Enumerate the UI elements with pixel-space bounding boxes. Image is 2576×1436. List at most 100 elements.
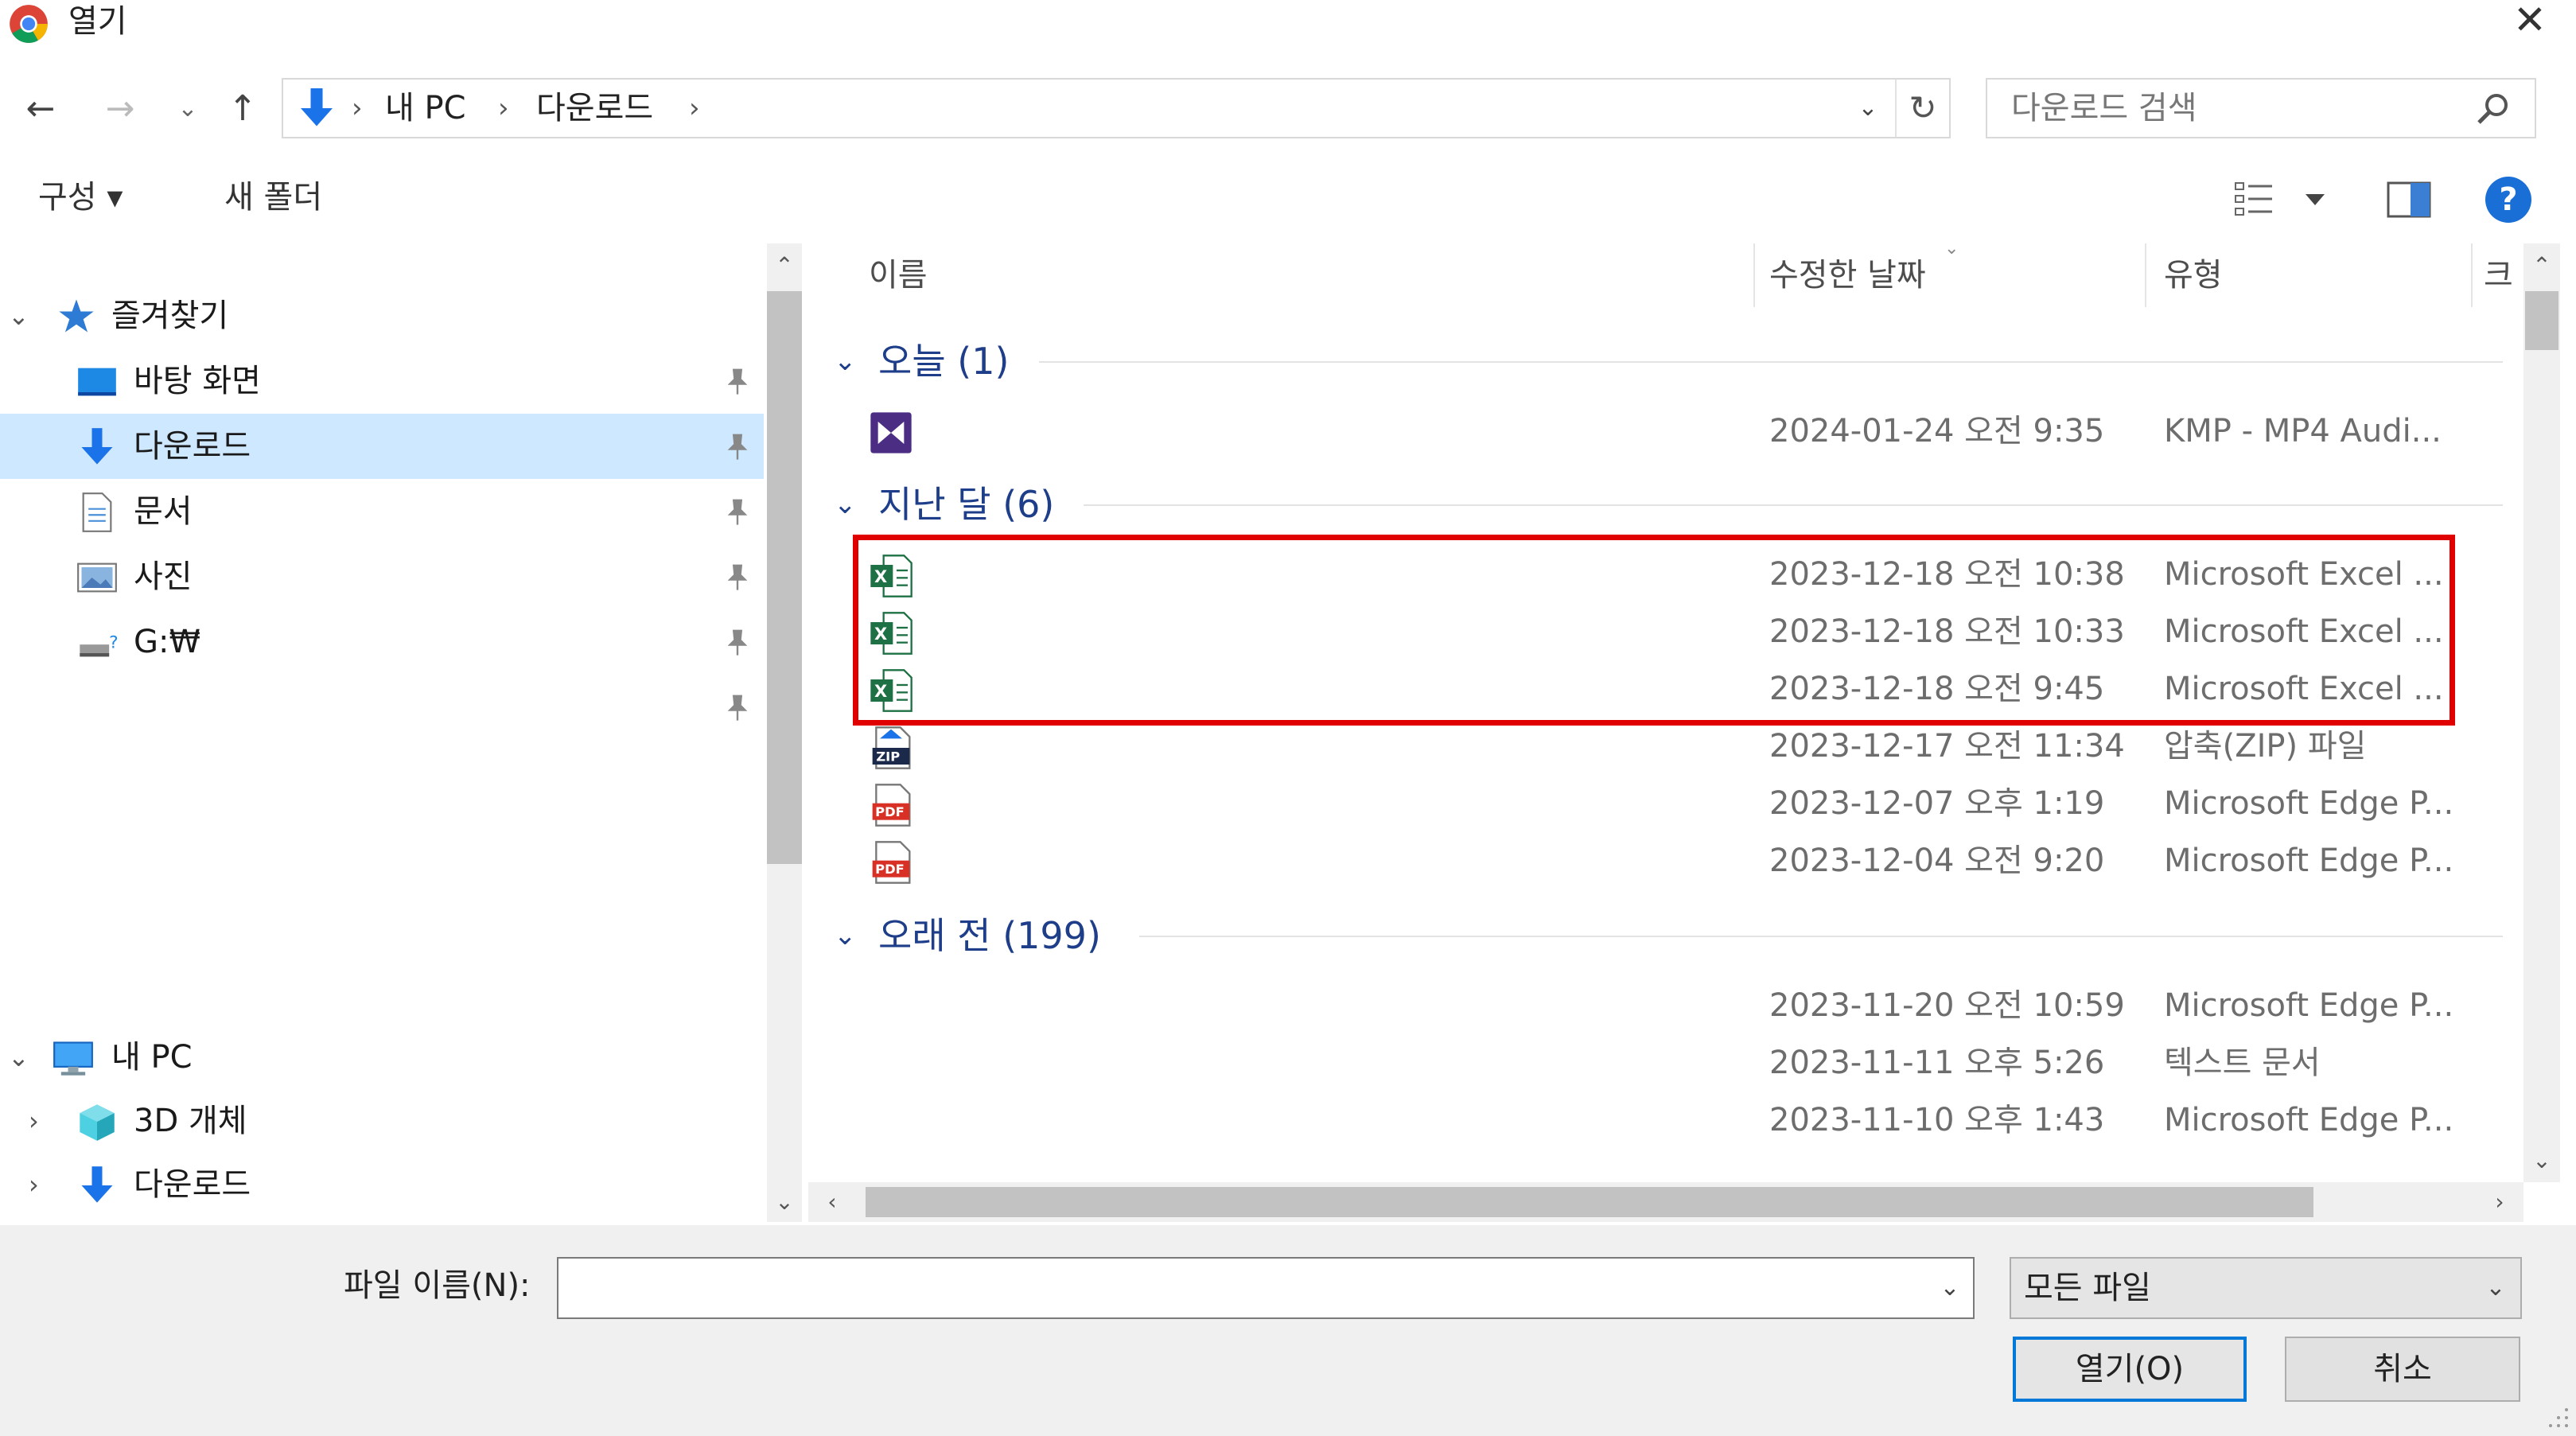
close-button[interactable]: ✕ xyxy=(2498,0,2562,45)
new-folder-button[interactable]: 새 폴더 xyxy=(224,159,322,235)
sidebar-item-downloads[interactable]: 다운로드 xyxy=(0,414,764,479)
file-type: KMP - MP4 Audi... xyxy=(2164,413,2442,449)
search-icon[interactable] xyxy=(2474,89,2512,127)
scroll-right-button[interactable]: › xyxy=(2476,1182,2523,1222)
group-header-last-month[interactable]: ⌄ 지난 달 (6) xyxy=(808,473,2519,536)
column-divider[interactable] xyxy=(1753,243,1755,307)
chevron-right-icon[interactable]: › xyxy=(29,1152,39,1217)
file-modified-date: 2023-11-11 오후 5:26 xyxy=(1769,1045,2105,1081)
file-modified-date: 2023-12-04 오전 9:20 xyxy=(1769,843,2105,879)
filename-input[interactable] xyxy=(568,1259,1905,1317)
chevron-down-icon[interactable]: ⌄ xyxy=(8,283,29,348)
sidebar-item-3d-objects[interactable]: › 3D 개체 xyxy=(0,1088,764,1154)
sidebar-item-drive-g[interactable]: ? G:₩ xyxy=(0,609,764,675)
address-bar[interactable]: › 내 PC › 다운로드 › ⌄ ↻ xyxy=(282,78,1951,138)
sidebar-item-quick-access[interactable]: ⌄ 즐겨찾기 xyxy=(0,283,764,348)
sidebar-item-label: 내 PC xyxy=(111,1039,193,1076)
sidebar-item-label: 바탕 화면 xyxy=(134,363,261,399)
group-label: 오래 전 (199) xyxy=(878,914,1101,957)
resize-grip-icon[interactable] xyxy=(2546,1405,2570,1429)
pin-icon[interactable] xyxy=(722,431,753,461)
chevron-down-icon[interactable]: ⌄ xyxy=(834,473,857,536)
column-header-modified[interactable]: 수정한 날짜 xyxy=(1769,243,1926,307)
pin-icon[interactable] xyxy=(722,627,753,657)
search-box[interactable] xyxy=(1986,78,2536,138)
scroll-up-button[interactable]: ⌃ xyxy=(767,243,802,288)
breadcrumb-separator[interactable]: › xyxy=(498,80,509,137)
sidebar-item-this-pc[interactable]: ⌄ 내 PC xyxy=(0,1025,764,1090)
breadcrumb-downloads[interactable]: 다운로드 xyxy=(536,80,653,137)
chevron-down-icon[interactable]: ⌄ xyxy=(8,1025,29,1090)
column-header-name[interactable]: 이름 xyxy=(869,243,928,307)
file-row[interactable]: PDF 2023-12-04 오전 9:20 Microsoft Edge P.… xyxy=(808,832,2519,889)
refresh-button[interactable]: ↻ xyxy=(1895,80,1949,137)
file-list-vertical-scrollbar[interactable]: ⌃ ⌄ xyxy=(2523,243,2560,1182)
back-button[interactable]: ← xyxy=(13,81,68,137)
column-divider[interactable] xyxy=(2145,243,2146,307)
cancel-button[interactable]: 취소 xyxy=(2285,1337,2520,1402)
file-row[interactable]: 2023-11-10 오후 1:43 Microsoft Edge P... xyxy=(808,1092,2519,1149)
sidebar-item-label: 즐겨찾기 xyxy=(111,298,229,334)
chrome-icon xyxy=(10,5,48,43)
scroll-up-button[interactable]: ⌃ xyxy=(2523,243,2560,288)
chevron-down-icon[interactable]: ⌄ xyxy=(834,904,857,967)
chevron-down-icon[interactable]: ⌄ xyxy=(2473,1259,2519,1317)
view-options-icon[interactable] xyxy=(2232,177,2336,221)
scroll-down-button[interactable]: ⌄ xyxy=(2523,1139,2560,1182)
scroll-left-button[interactable]: ‹ xyxy=(808,1182,856,1222)
file-type: Microsoft Edge P... xyxy=(2164,987,2454,1024)
filetype-select[interactable]: 모든 파일 ⌄ xyxy=(2010,1257,2522,1319)
recent-locations-button[interactable]: ⌄ xyxy=(164,81,212,137)
search-input[interactable] xyxy=(2011,80,2457,137)
pin-icon[interactable] xyxy=(722,562,753,592)
breadcrumb-separator[interactable]: › xyxy=(689,80,700,137)
address-dropdown-button[interactable]: ⌄ xyxy=(1846,80,1890,137)
filename-label: 파일 이름(N): xyxy=(344,1267,531,1304)
file-row[interactable]: ZIP 2023-12-17 오전 11:34 압축(ZIP) 파일 xyxy=(808,718,2519,775)
title-bar xyxy=(0,0,2576,65)
svg-text:ZIP: ZIP xyxy=(876,749,900,764)
sidebar-item-documents[interactable]: 문서 xyxy=(0,479,764,544)
open-button[interactable]: 열기(O) xyxy=(2013,1337,2247,1402)
group-divider xyxy=(1139,936,2503,937)
scrollbar-thumb[interactable] xyxy=(866,1187,2313,1217)
pdf-icon: PDF xyxy=(872,841,911,884)
file-row[interactable]: 2023-11-11 오후 5:26 텍스트 문서 xyxy=(808,1034,2519,1092)
column-header-size[interactable]: 크 xyxy=(2484,243,2513,307)
sidebar-scrollbar[interactable]: ⌃ ⌄ xyxy=(767,243,802,1222)
chevron-down-icon[interactable]: ⌄ xyxy=(1927,1259,1973,1317)
pin-icon[interactable] xyxy=(722,692,753,722)
sidebar-item-label: 다운로드 xyxy=(134,1166,251,1203)
scrollbar-thumb[interactable] xyxy=(767,291,802,864)
sidebar-item-pictures[interactable]: 사진 xyxy=(0,544,764,609)
file-modified-date: 2023-12-17 오전 11:34 xyxy=(1769,728,2125,765)
column-header-type[interactable]: 유형 xyxy=(2164,243,2223,307)
preview-pane-icon[interactable] xyxy=(2387,181,2431,218)
file-list-horizontal-scrollbar[interactable]: ‹ › xyxy=(808,1182,2523,1222)
sidebar-item-desktop[interactable]: 바탕 화면 xyxy=(0,348,764,414)
chevron-down-icon[interactable]: ⌄ xyxy=(834,329,857,393)
breadcrumb-separator[interactable]: › xyxy=(352,80,363,137)
forward-button[interactable]: → xyxy=(92,81,148,137)
file-row[interactable]: PDF 2023-12-07 오후 1:19 Microsoft Edge P.… xyxy=(808,775,2519,832)
file-row[interactable]: 2023-11-20 오전 10:59 Microsoft Edge P... xyxy=(808,977,2519,1034)
sidebar-item-pc-downloads[interactable]: › 다운로드 xyxy=(0,1152,764,1217)
sidebar-item-empty[interactable] xyxy=(0,675,764,740)
group-divider xyxy=(1039,361,2503,363)
up-button[interactable]: ↑ xyxy=(215,81,270,137)
scroll-down-button[interactable]: ⌄ xyxy=(767,1182,802,1222)
help-button[interactable]: ? xyxy=(2485,177,2531,223)
group-header-long-ago[interactable]: ⌄ 오래 전 (199) xyxy=(808,904,2519,967)
chevron-right-icon[interactable]: › xyxy=(29,1088,39,1154)
pin-icon[interactable] xyxy=(722,366,753,396)
pin-icon[interactable] xyxy=(722,496,753,527)
file-row[interactable]: 2024-01-24 오전 9:35 KMP - MP4 Audi... xyxy=(808,403,2519,460)
organize-button[interactable]: 구성 ▾ xyxy=(38,159,123,235)
group-header-today[interactable]: ⌄ 오늘 (1) xyxy=(808,329,2519,393)
sidebar-item-label: 3D 개체 xyxy=(134,1103,247,1139)
breadcrumb-this-pc[interactable]: 내 PC xyxy=(385,80,466,137)
filename-combobox[interactable]: ⌄ xyxy=(557,1257,1975,1319)
scrollbar-thumb[interactable] xyxy=(2525,291,2558,350)
column-divider[interactable] xyxy=(2471,243,2473,307)
sidebar-item-label: 문서 xyxy=(134,493,193,530)
